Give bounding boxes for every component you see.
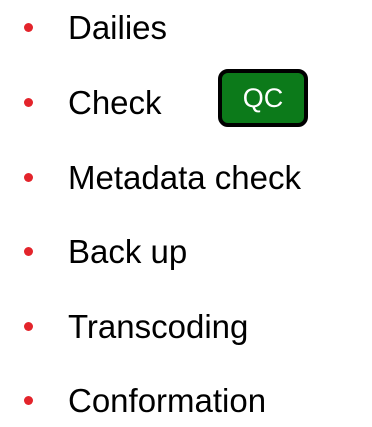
bullet-list: Dailies Check QC Metadata check Back up … <box>0 0 372 427</box>
bullet-dot-icon <box>24 98 33 107</box>
qc-button[interactable]: QC <box>218 69 308 127</box>
bullet-dot-icon <box>24 173 33 182</box>
list-item-label: Conformation <box>68 382 267 419</box>
list-item-label: Check <box>68 84 162 121</box>
list-item-label: Transcoding <box>68 308 249 345</box>
bullet-dot-icon <box>24 396 33 405</box>
bullet-dot-icon <box>24 247 33 256</box>
list-item-label: Metadata check <box>68 159 301 196</box>
bullet-dot-icon <box>24 23 33 32</box>
list-item-label: Dailies <box>68 9 168 46</box>
bullet-dot-icon <box>24 322 33 331</box>
list-item-label: Back up <box>68 233 188 270</box>
